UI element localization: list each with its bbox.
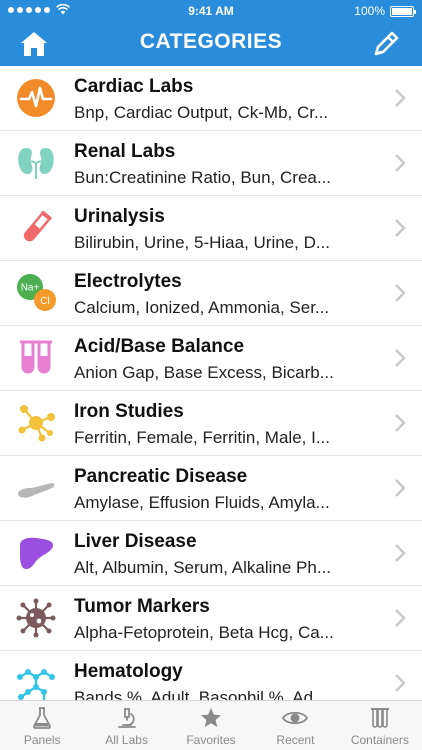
category-list: Cardiac Labs Bnp, Cardiac Output, Ck-Mb,… <box>0 66 422 700</box>
category-subtitle: Amylase, Effusion Fluids, Amyla... <box>74 493 330 512</box>
chevron-right-icon <box>395 219 406 237</box>
category-row-iron-studies[interactable]: Iron Studies Ferritin, Female, Ferritin,… <box>0 391 422 456</box>
tab-favorites[interactable]: Favorites <box>169 701 253 750</box>
category-row-cardiac-labs[interactable]: Cardiac Labs Bnp, Cardiac Output, Ck-Mb,… <box>0 66 422 131</box>
category-row-renal-labs[interactable]: Renal Labs Bun:Creatinine Ratio, Bun, Cr… <box>0 131 422 196</box>
tab-recent[interactable]: Recent <box>253 701 337 750</box>
electrolytes-icon: Na+ Cl <box>17 274 56 311</box>
eye-icon <box>282 711 309 725</box>
chevron-right-icon <box>395 414 406 432</box>
molecule-icon <box>18 405 55 442</box>
category-title: Cardiac Labs <box>74 76 194 97</box>
nav-bar: CATEGORIES <box>0 22 422 66</box>
category-subtitle: Bilirubin, Urine, 5-Hiaa, Urine, D... <box>74 233 331 252</box>
star-icon <box>201 708 222 727</box>
edit-button[interactable] <box>370 28 402 60</box>
test-tube-icon <box>23 210 52 242</box>
chevron-right-icon <box>395 154 406 172</box>
category-title: Tumor Markers <box>74 596 210 617</box>
virus-icon <box>16 598 56 638</box>
hexagon-network-icon <box>17 669 55 700</box>
tab-label: Containers <box>350 733 409 747</box>
category-title: Renal Labs <box>74 141 176 162</box>
tab-label: Favorites <box>186 733 236 747</box>
category-subtitle: Alpha-Fetoprotein, Beta Hcg, Ca... <box>74 623 334 642</box>
tab-bar: Panels All Labs Favorites Recent Contain… <box>0 700 422 750</box>
test-tube-rack-icon <box>370 708 389 728</box>
top-bar: 9:41 AM 100% CATEGORIES <box>0 0 422 66</box>
battery-area: 100% <box>354 4 416 18</box>
category-title: Iron Studies <box>74 401 184 422</box>
chevron-right-icon <box>395 609 406 627</box>
category-row-pancreatic-disease[interactable]: Pancreatic Disease Amylase, Effusion Flu… <box>0 456 422 521</box>
category-title: Acid/Base Balance <box>74 336 245 357</box>
battery-percent: 100% <box>354 4 385 18</box>
tab-containers[interactable]: Containers <box>338 701 422 750</box>
category-title: Liver Disease <box>74 531 197 552</box>
tab-label: All Labs <box>105 733 148 747</box>
status-bar: 9:41 AM 100% <box>0 0 422 22</box>
tab-label: Recent <box>276 733 315 747</box>
category-title: Electrolytes <box>74 271 182 292</box>
category-row-tumor-markers[interactable]: Tumor Markers Alpha-Fetoprotein, Beta Hc… <box>0 586 422 651</box>
chevron-right-icon <box>395 479 406 497</box>
category-title: Urinalysis <box>74 206 165 227</box>
heartbeat-icon <box>17 79 55 117</box>
chevron-right-icon <box>395 674 406 692</box>
pancreas-icon <box>18 483 55 498</box>
chevron-right-icon <box>395 89 406 107</box>
category-row-electrolytes[interactable]: Na+ Cl Electrolytes Calcium, Ionized, Am… <box>0 261 422 326</box>
category-row-hematology[interactable]: Hematology Bands %, Adult, Basophil %, A… <box>0 651 422 700</box>
category-subtitle: Alt, Albumin, Serum, Alkaline Ph... <box>74 558 332 577</box>
chevron-right-icon <box>395 349 406 367</box>
category-subtitle: Ferritin, Female, Ferritin, Male, I... <box>74 428 330 447</box>
category-subtitle: Bun:Creatinine Ratio, Bun, Crea... <box>74 168 332 187</box>
category-row-acid-base-balance[interactable]: Acid/Base Balance Anion Gap, Base Excess… <box>0 326 422 391</box>
category-subtitle: Bands %, Adult, Basophil %, Ad... <box>74 688 328 700</box>
category-subtitle: Calcium, Ionized, Ammonia, Ser... <box>74 298 330 317</box>
battery-icon <box>390 5 416 17</box>
liver-icon <box>20 537 53 569</box>
test-tubes-icon <box>20 340 52 374</box>
tab-label: Panels <box>23 733 61 747</box>
category-title: Pancreatic Disease <box>74 466 248 487</box>
pencil-icon <box>374 31 399 56</box>
microscope-icon <box>117 708 136 728</box>
sodium-label: Na+ <box>21 283 40 294</box>
category-subtitle: Bnp, Cardiac Output, Ck-Mb, Cr... <box>74 103 329 122</box>
chevron-right-icon <box>395 284 406 302</box>
chevron-right-icon <box>395 544 406 562</box>
category-subtitle: Anion Gap, Base Excess, Bicarb... <box>74 363 334 382</box>
page-title: CATEGORIES <box>139 30 283 53</box>
category-row-urinalysis[interactable]: Urinalysis Bilirubin, Urine, 5-Hiaa, Uri… <box>0 196 422 261</box>
flask-icon <box>33 707 52 729</box>
tab-all-labs[interactable]: All Labs <box>84 701 168 750</box>
kidneys-icon <box>18 148 54 179</box>
category-row-liver-disease[interactable]: Liver Disease Alt, Albumin, Serum, Alkal… <box>0 521 422 586</box>
tab-panels[interactable]: Panels <box>0 701 84 750</box>
chloride-label: Cl <box>40 296 49 307</box>
category-title: Hematology <box>74 661 183 682</box>
